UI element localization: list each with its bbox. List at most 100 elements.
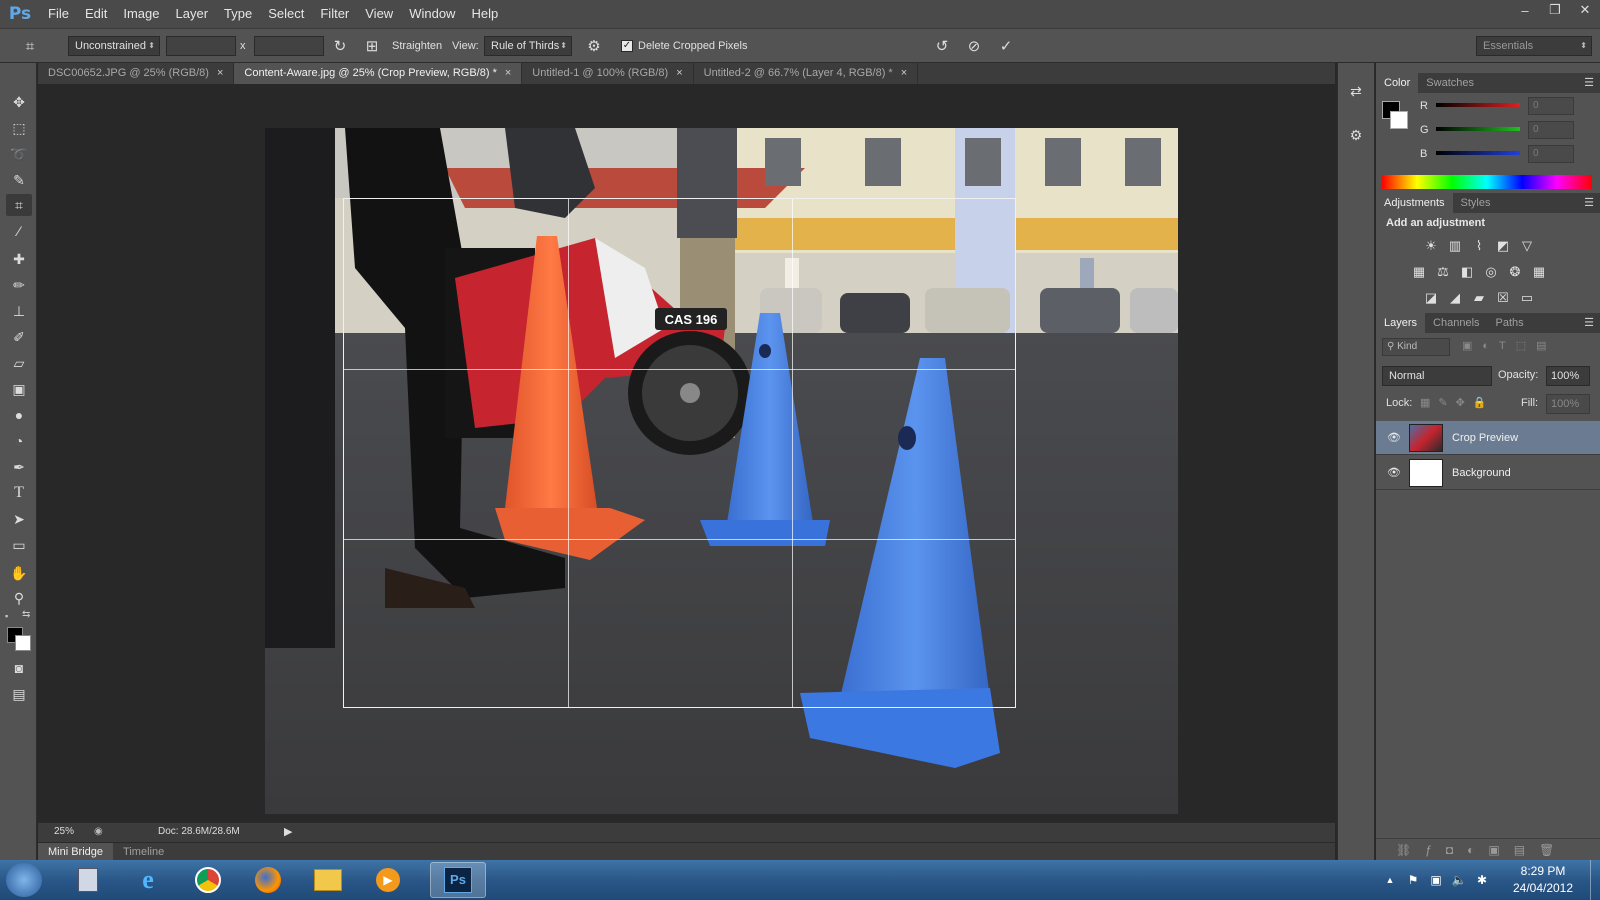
- history-brush-tool-icon[interactable]: ✐: [6, 326, 32, 348]
- tab-channels[interactable]: Channels: [1425, 313, 1487, 333]
- zoom-tool-icon[interactable]: ⚲: [6, 587, 32, 609]
- selective-color-adjustment-icon[interactable]: ☒: [1493, 289, 1513, 307]
- volume-icon[interactable]: 🔈: [1451, 872, 1467, 888]
- minimize-button[interactable]: –: [1510, 0, 1540, 20]
- menu-image[interactable]: Image: [115, 0, 167, 28]
- brush-tool-icon[interactable]: ✏: [6, 274, 32, 296]
- media-player-taskbar-icon[interactable]: ▶: [360, 862, 416, 898]
- vibrance-adjustment-icon[interactable]: ▽: [1517, 237, 1537, 255]
- tab-paths[interactable]: Paths: [1488, 313, 1532, 333]
- quick-select-tool-icon[interactable]: ✎: [6, 169, 32, 191]
- eyedropper-tool-icon[interactable]: ⁄: [6, 220, 32, 242]
- default-colors-icon[interactable]: ▪: [5, 611, 8, 621]
- menu-select[interactable]: Select: [260, 0, 312, 28]
- layer-name[interactable]: Crop Preview: [1452, 421, 1518, 455]
- tab-styles[interactable]: Styles: [1453, 193, 1499, 213]
- taskbar-clock-date[interactable]: 24/04/2012: [1508, 881, 1578, 895]
- status-menu-arrow-icon[interactable]: ▶: [284, 825, 292, 838]
- firefox-taskbar-icon[interactable]: [240, 862, 296, 898]
- crop-width-field[interactable]: [166, 36, 236, 56]
- doc-tab-untitled-2[interactable]: Untitled-2 @ 66.7% (Layer 4, RGB/8) * ×: [694, 63, 919, 84]
- workspace-select[interactable]: Essentials ⬍: [1476, 36, 1592, 56]
- dodge-tool-icon[interactable]: ◔: [6, 430, 32, 452]
- explorer-taskbar-icon[interactable]: [300, 862, 356, 898]
- channel-g-value[interactable]: 0: [1528, 121, 1574, 139]
- threshold-adjustment-icon[interactable]: ▰: [1469, 289, 1489, 307]
- black-white-adjustment-icon[interactable]: ◧: [1457, 263, 1477, 281]
- chrome-taskbar-icon[interactable]: [180, 862, 236, 898]
- menu-edit[interactable]: Edit: [77, 0, 115, 28]
- cancel-crop-icon[interactable]: ⊘: [964, 36, 984, 56]
- curves-adjustment-icon[interactable]: ⌇: [1469, 237, 1489, 255]
- close-tab-icon[interactable]: ×: [505, 67, 511, 79]
- channel-r-slider[interactable]: [1436, 103, 1520, 107]
- doc-tab-dsc00652[interactable]: DSC00652.JPG @ 25% (RGB/8) ×: [38, 63, 235, 84]
- photo-filter-adjustment-icon[interactable]: ◎: [1481, 263, 1501, 281]
- properties-panel-icon[interactable]: ⚙: [1346, 127, 1366, 147]
- panel-menu-icon[interactable]: ☰: [1584, 316, 1594, 329]
- menu-window[interactable]: Window: [401, 0, 463, 28]
- quick-mask-icon[interactable]: ◙: [6, 657, 32, 679]
- hue-saturation-adjustment-icon[interactable]: ▦: [1409, 263, 1429, 281]
- delete-cropped-checkbox[interactable]: ✓: [621, 40, 633, 52]
- straighten-label[interactable]: Straighten: [392, 36, 442, 56]
- lock-options-icons[interactable]: ▦✎✥🔒: [1420, 396, 1495, 409]
- bg-color-chip[interactable]: [1390, 111, 1408, 129]
- channel-b-slider[interactable]: [1436, 151, 1520, 155]
- pen-tool-icon[interactable]: ✒: [6, 456, 32, 478]
- tab-timeline[interactable]: Timeline: [113, 843, 174, 860]
- path-select-tool-icon[interactable]: ➤: [6, 508, 32, 530]
- hand-tool-icon[interactable]: ✋: [6, 562, 32, 584]
- layer-row-crop-preview[interactable]: 👁 Crop Preview: [1376, 421, 1600, 455]
- history-panel-icon[interactable]: ⇄: [1346, 83, 1366, 103]
- exposure-adjustment-icon[interactable]: ◩: [1493, 237, 1513, 255]
- move-tool-icon[interactable]: ✥: [6, 91, 32, 113]
- start-button[interactable]: [6, 863, 42, 897]
- crop-height-field[interactable]: [254, 36, 324, 56]
- blur-tool-icon[interactable]: ●: [6, 404, 32, 426]
- tab-adjustments[interactable]: Adjustments: [1376, 193, 1453, 213]
- doc-tab-untitled-1[interactable]: Untitled-1 @ 100% (RGB/8) ×: [522, 63, 694, 84]
- layer-filter-select[interactable]: ⚲ Kind: [1382, 338, 1450, 356]
- opacity-field[interactable]: 100%: [1546, 366, 1590, 386]
- color-spectrum-ramp[interactable]: [1382, 175, 1592, 189]
- overlay-view-select[interactable]: Rule of Thirds ⬍: [484, 36, 572, 56]
- channel-g-slider[interactable]: [1436, 127, 1520, 131]
- swap-colors-icon[interactable]: ⇆: [22, 609, 30, 620]
- background-color-swatch[interactable]: [15, 635, 31, 651]
- channel-mixer-adjustment-icon[interactable]: ❂: [1505, 263, 1525, 281]
- calculator-taskbar-icon[interactable]: [60, 862, 116, 898]
- channel-b-value[interactable]: 0: [1528, 145, 1574, 163]
- swap-dimensions-icon[interactable]: ↻: [330, 36, 350, 56]
- bluetooth-icon[interactable]: ✱: [1474, 872, 1490, 888]
- panel-menu-icon[interactable]: ☰: [1584, 76, 1594, 89]
- layer-row-background[interactable]: 👁 Background: [1376, 456, 1600, 490]
- healing-brush-tool-icon[interactable]: ✚: [6, 248, 32, 270]
- commit-crop-icon[interactable]: ✓: [996, 36, 1016, 56]
- eraser-tool-icon[interactable]: ▱: [6, 352, 32, 374]
- close-tab-icon[interactable]: ×: [217, 67, 223, 79]
- blend-mode-select[interactable]: Normal: [1382, 366, 1492, 386]
- menu-filter[interactable]: Filter: [312, 0, 357, 28]
- action-center-flag-icon[interactable]: ⚑: [1405, 872, 1421, 888]
- color-balance-adjustment-icon[interactable]: ⚖: [1433, 263, 1453, 281]
- reset-icon[interactable]: ↺: [932, 36, 952, 56]
- tab-swatches[interactable]: Swatches: [1418, 73, 1482, 93]
- lasso-tool-icon[interactable]: ➰: [6, 143, 32, 165]
- crop-box[interactable]: [343, 198, 1016, 708]
- menu-help[interactable]: Help: [463, 0, 506, 28]
- network-icon[interactable]: ▣: [1428, 872, 1444, 888]
- eye-visibility-icon[interactable]: 👁: [1386, 430, 1402, 446]
- channel-r-value[interactable]: 0: [1528, 97, 1574, 115]
- status-info-icon[interactable]: ◉: [94, 826, 103, 837]
- photoshop-taskbar-icon[interactable]: Ps: [430, 862, 486, 898]
- gradient-map-adjustment-icon[interactable]: ▭: [1517, 289, 1537, 307]
- restore-button[interactable]: ❐: [1540, 0, 1570, 20]
- posterize-adjustment-icon[interactable]: ◢: [1445, 289, 1465, 307]
- internet-explorer-taskbar-icon[interactable]: e: [120, 862, 176, 898]
- type-tool-icon[interactable]: T: [6, 482, 32, 504]
- close-button[interactable]: ✕: [1570, 0, 1600, 20]
- layer-filter-icons[interactable]: ▣◐T⬚▤: [1462, 339, 1557, 352]
- layers-footer-icons[interactable]: ⛓ƒ◘◐▣▤🗑: [1376, 838, 1600, 860]
- tray-expand-icon[interactable]: ▲: [1382, 872, 1398, 888]
